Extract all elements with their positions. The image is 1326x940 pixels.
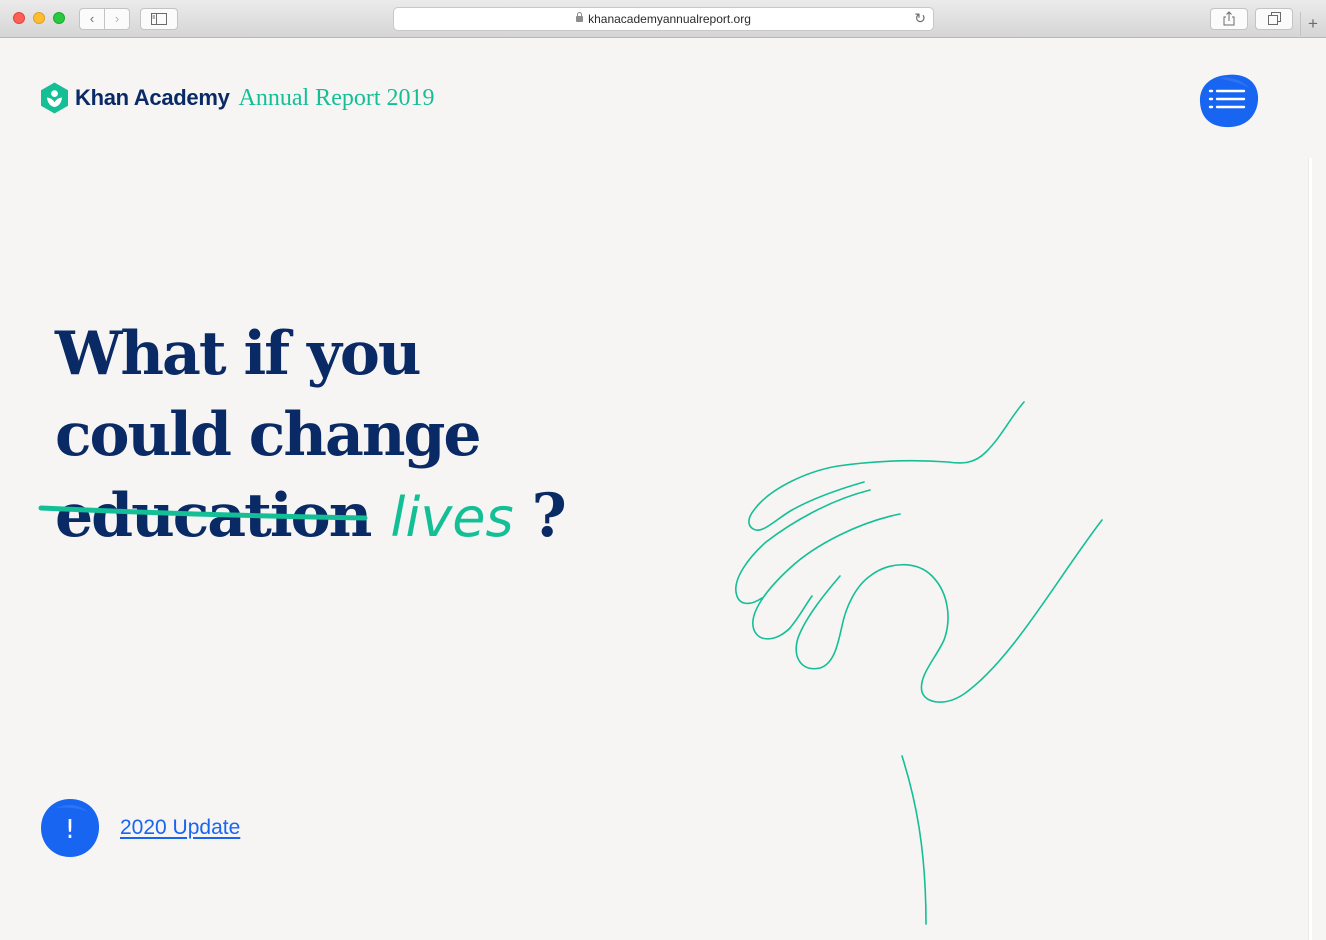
minimize-window-button[interactable] bbox=[33, 12, 45, 24]
page-content: Khan Academy Annual Report 2019 What if … bbox=[0, 38, 1326, 940]
hand-illustration bbox=[735, 401, 1103, 925]
update-banner: ! 2020 Update bbox=[40, 798, 240, 858]
question-mark: ? bbox=[531, 481, 567, 551]
browser-toolbar: ‹ › khanacademyannualreport.org ↻ + bbox=[0, 0, 1326, 38]
show-tabs-button[interactable] bbox=[1255, 8, 1293, 30]
forward-button[interactable]: › bbox=[104, 8, 130, 30]
url-text: khanacademyannualreport.org bbox=[588, 12, 751, 26]
2020-update-link[interactable]: 2020 Update bbox=[120, 816, 240, 840]
strikethrough-stroke bbox=[38, 505, 368, 521]
zoom-window-button[interactable] bbox=[53, 12, 65, 24]
headline-line-1: What if you bbox=[55, 319, 421, 389]
browser-window: ‹ › khanacademyannualreport.org ↻ + Khan… bbox=[0, 0, 1326, 940]
address-bar[interactable]: khanacademyannualreport.org ↻ bbox=[393, 7, 934, 31]
close-window-button[interactable] bbox=[13, 12, 25, 24]
tabs-icon bbox=[1267, 12, 1281, 25]
exclamation-icon[interactable]: ! bbox=[40, 798, 100, 858]
headline-line-2: could change bbox=[55, 400, 482, 470]
reload-icon[interactable]: ↻ bbox=[914, 10, 926, 27]
menu-button[interactable] bbox=[1199, 74, 1259, 128]
khan-academy-hexagon-icon bbox=[41, 82, 68, 114]
new-tab-icon: + bbox=[1308, 14, 1318, 33]
share-icon bbox=[1223, 11, 1235, 26]
new-tab-button[interactable]: + bbox=[1300, 12, 1325, 36]
forward-icon: › bbox=[114, 11, 120, 26]
show-sidebar-button[interactable] bbox=[140, 8, 178, 30]
replacement-word: lives bbox=[390, 486, 514, 549]
brand-name: Khan Academy bbox=[75, 85, 230, 110]
hamburger-list-icon bbox=[1199, 74, 1259, 128]
scrollbar-track[interactable] bbox=[1308, 158, 1312, 940]
share-button[interactable] bbox=[1210, 8, 1248, 30]
back-icon: ‹ bbox=[89, 11, 95, 26]
hero-headline: What if you could change education lives? bbox=[38, 314, 567, 558]
lock-icon bbox=[576, 12, 584, 22]
struck-word: education bbox=[38, 476, 372, 557]
sidebar-icon bbox=[151, 13, 167, 25]
report-title: Annual Report 2019 bbox=[238, 84, 435, 111]
site-logo[interactable]: Khan Academy Annual Report 2019 bbox=[40, 82, 435, 114]
exclamation-glyph: ! bbox=[65, 815, 75, 845]
back-button[interactable]: ‹ bbox=[79, 8, 105, 30]
headline-line-3: education lives? bbox=[38, 476, 567, 558]
